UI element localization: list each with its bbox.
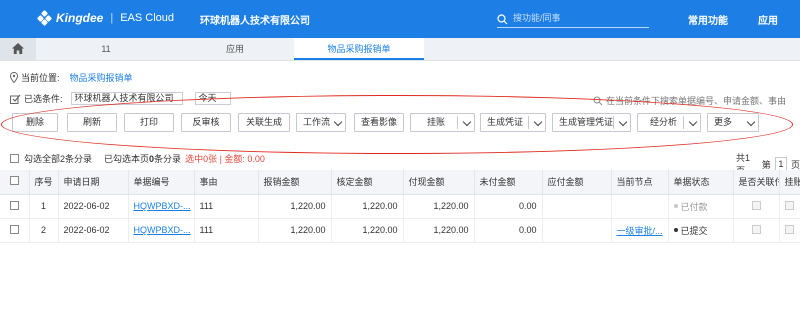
cell-unpaid-amount: 0.00 [474, 218, 543, 243]
cell-payable-amount [542, 218, 612, 243]
status-dot [673, 204, 678, 208]
common-functions-link[interactable]: 常用功能 [688, 12, 728, 27]
data-table: 序号 申请日期 单据编号 事由 报销金额 核定金额 付现金额 未付金额 应付金额… [0, 170, 800, 243]
cell-apply-date: 2022-06-02 [58, 194, 129, 219]
tab-apps[interactable]: 应用 [176, 38, 294, 60]
doc-no-link[interactable]: HQWPBXD-... [134, 201, 191, 211]
selection-summary: 勾选全部2条分录 已勾选本页 0 条分录 选中0张 | 金额: 0.00 [10, 152, 265, 165]
header-checkbox-cell[interactable] [0, 170, 30, 195]
home-icon [12, 43, 24, 54]
page-selected-prefix: 已勾选本页 [104, 154, 150, 164]
page-suffix: 页 [790, 159, 800, 170]
col-is-linked[interactable]: 是否关联付 [733, 170, 780, 195]
table-header-row: 序号 申请日期 单据编号 事由 报销金额 核定金额 付现金额 未付金额 应付金额… [0, 170, 800, 195]
page-selected-suffix: 条分录 [154, 154, 182, 164]
page-number-input[interactable]: 1 [774, 157, 787, 171]
tab-bar: 11 应用 物品采购报销单 [0, 38, 800, 61]
hang-checkbox-disabled [785, 200, 794, 210]
col-unpaid-amount[interactable]: 未付金额 [474, 170, 543, 195]
brand-name: Kingdee [56, 11, 104, 25]
status-badge: 已付款 [673, 200, 708, 213]
cell-paid-amount: 1,220.00 [403, 218, 475, 243]
cell-reason: 111 [194, 218, 259, 243]
cell-seq: 1 [29, 194, 59, 219]
tab-home[interactable] [0, 38, 36, 60]
cell-approved-amount: 1,220.00 [331, 194, 404, 219]
col-seq[interactable]: 序号 [29, 170, 59, 195]
breadcrumb: 当前位置: 物品采购报销单 [10, 71, 133, 84]
cell-doc-status: 已付款 [668, 194, 734, 219]
cell-hang [779, 194, 800, 219]
row-checkbox-cell[interactable] [0, 194, 30, 219]
select-all-label: 勾选全部2条分录 [24, 154, 93, 164]
apps-link[interactable]: 应用 [758, 12, 778, 27]
current-node-link[interactable]: 一级审批/... [617, 226, 663, 236]
cell-claim-amount: 1,220.00 [258, 194, 332, 219]
company-name[interactable]: 环球机器人技术有限公司 [200, 12, 310, 27]
status-text: 已提交 [680, 225, 708, 236]
doc-no-link[interactable]: HQWPBXD-... [134, 225, 191, 235]
cell-doc-no[interactable]: HQWPBXD-... [128, 194, 195, 219]
search-input[interactable] [513, 13, 643, 23]
row-checkbox-cell[interactable] [0, 218, 30, 243]
col-current-node[interactable]: 当前节点 [611, 170, 669, 195]
cell-current-node[interactable]: 一级审批/... [611, 218, 669, 243]
cell-doc-no[interactable]: HQWPBXD-... [128, 218, 195, 243]
filter-check-icon [10, 94, 21, 104]
selected-detail: 选中0张 | 金额: 0.00 [185, 154, 265, 164]
linked-checkbox-disabled [751, 224, 761, 234]
col-approved-amount[interactable]: 核定金额 [331, 170, 404, 195]
cell-unpaid-amount: 0.00 [474, 194, 543, 219]
cell-doc-status: 已提交 [668, 218, 734, 243]
top-header: Kingdee | EAS Cloud 环球机器人技术有限公司 常用功能 应用 [0, 0, 800, 38]
table-row[interactable]: 2 2022-06-02 HQWPBXD-... 111 1,220.00 1,… [0, 218, 800, 243]
kingdee-logo-icon [36, 9, 53, 27]
status-badge: 已提交 [673, 224, 708, 237]
col-reason[interactable]: 事由 [194, 170, 259, 195]
header-checkbox[interactable] [9, 176, 19, 186]
row-checkbox[interactable] [9, 200, 19, 210]
kingdee-logo[interactable]: Kingdee | EAS Cloud [36, 9, 175, 27]
select-all-checkbox[interactable] [10, 154, 19, 163]
location-link[interactable]: 物品采购报销单 [70, 71, 133, 84]
cell-approved-amount: 1,220.00 [331, 218, 404, 243]
cell-seq: 2 [29, 218, 59, 243]
linked-checkbox-disabled [751, 200, 761, 210]
brand-divider: | [110, 12, 114, 24]
location-pin-icon [10, 72, 18, 83]
cell-is-linked [733, 194, 780, 219]
cell-reason: 111 [194, 194, 259, 219]
col-hang[interactable]: 挂账 [779, 170, 800, 195]
cell-paid-amount: 1,220.00 [403, 194, 475, 219]
table-row[interactable]: 1 2022-06-02 HQWPBXD-... 111 1,220.00 1,… [0, 194, 800, 219]
tab-11[interactable]: 11 [36, 38, 176, 60]
col-apply-date[interactable]: 申请日期 [58, 170, 129, 195]
col-doc-status[interactable]: 单据状态 [668, 170, 734, 195]
cell-apply-date: 2022-06-02 [58, 218, 129, 243]
location-label: 当前位置: [21, 73, 60, 83]
page-prefix: 第 [761, 159, 771, 170]
hang-checkbox-disabled [785, 224, 794, 234]
global-search[interactable] [497, 11, 649, 28]
col-paid-amount[interactable]: 付现金额 [403, 170, 475, 195]
search-icon [497, 14, 508, 25]
cell-is-linked [733, 218, 780, 243]
tab-purchase-reimbursement[interactable]: 物品采购报销单 [294, 38, 424, 60]
col-doc-no[interactable]: 单据编号 [128, 170, 195, 195]
product-name: EAS Cloud [120, 12, 175, 24]
col-claim-amount[interactable]: 报销金额 [258, 170, 332, 195]
status-text: 已付款 [680, 201, 708, 212]
cell-payable-amount [542, 194, 612, 219]
filter-label: 已选条件: [24, 94, 63, 104]
cell-claim-amount: 1,220.00 [258, 218, 332, 243]
toolbar-highlight-annotation [1, 95, 793, 154]
row-checkbox[interactable] [9, 224, 19, 234]
status-dot [673, 228, 678, 232]
cell-hang [779, 218, 800, 243]
cell-current-node [611, 194, 669, 219]
col-payable-amount[interactable]: 应付金额 [542, 170, 612, 195]
